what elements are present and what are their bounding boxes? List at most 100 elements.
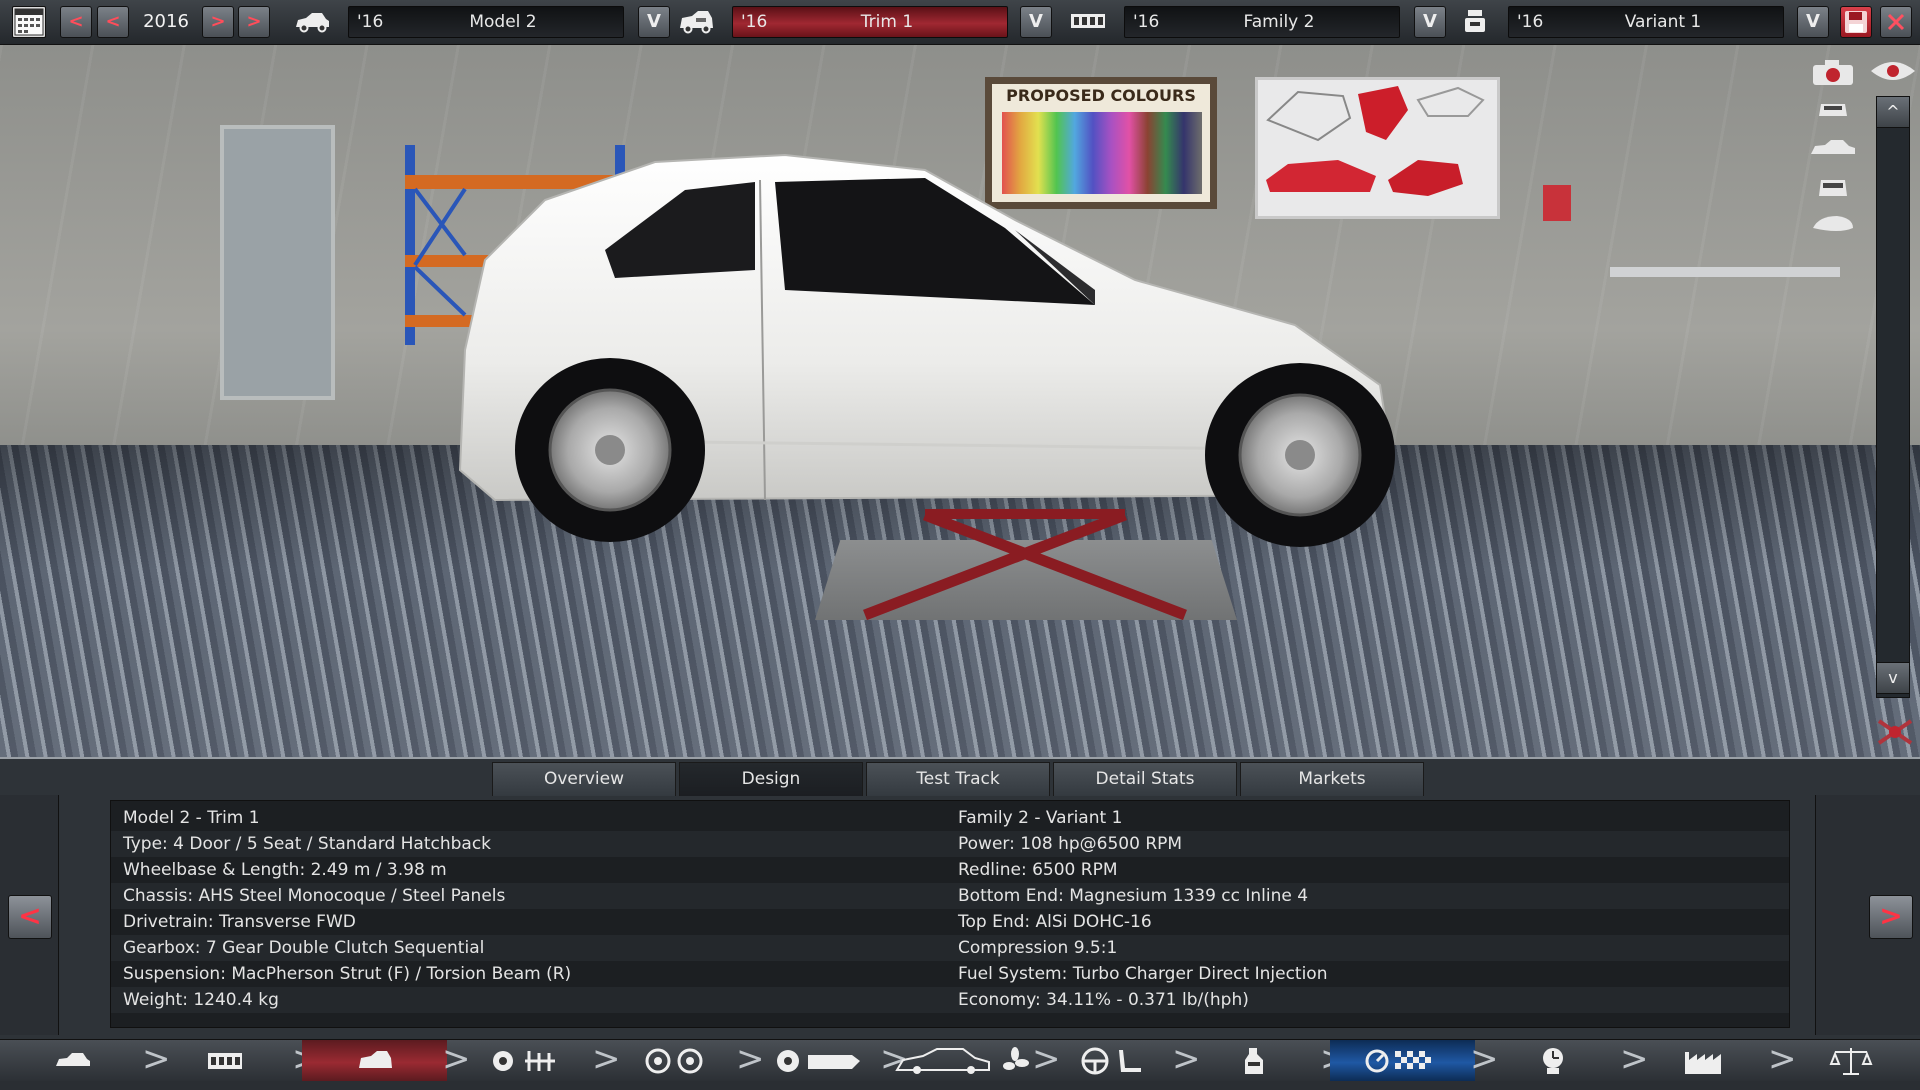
engine-family-icon: [1068, 6, 1108, 38]
trim-name: Trim 1: [860, 12, 914, 32]
poster-title: PROPOSED COLOURS: [1006, 86, 1196, 105]
engineering-time-nav[interactable]: [1480, 1040, 1625, 1081]
variant-select[interactable]: '16 Variant 1: [1508, 6, 1784, 38]
wheels-icon: [645, 1048, 702, 1074]
info-row: [111, 909, 1789, 935]
tab-overview[interactable]: Overview: [492, 762, 676, 796]
test-track-nav[interactable]: [1330, 1040, 1475, 1081]
variant-name: Variant 1: [1624, 12, 1702, 32]
tab-test-track[interactable]: Test Track: [866, 762, 1050, 796]
eye-icon[interactable]: [1868, 57, 1918, 83]
reset-view-icon[interactable]: [1870, 715, 1920, 745]
body-design-nav[interactable]: [890, 1040, 1035, 1081]
engineering-clock-icon: [1542, 1048, 1563, 1074]
trim-year: '16: [741, 12, 768, 32]
trim-select[interactable]: '16 Trim 1: [732, 6, 1008, 38]
chassis-nav[interactable]: [452, 1040, 597, 1081]
scales-icon: [1829, 1048, 1872, 1075]
info-row: [111, 987, 1789, 1013]
year-display: 2016: [143, 11, 189, 32]
info-row: [111, 805, 1789, 831]
chevron-left-icon: <: [68, 11, 84, 32]
close-button[interactable]: [1880, 6, 1912, 38]
car-model-icon: [292, 6, 332, 38]
chevron-down-icon: V: [1806, 11, 1820, 32]
workbench-desk: [1610, 267, 1840, 277]
factory-nav[interactable]: [1630, 1040, 1775, 1081]
year-back-fast-button[interactable]: <: [60, 6, 92, 38]
compare-nav[interactable]: [1778, 1040, 1920, 1081]
tab-markets[interactable]: Markets: [1240, 762, 1424, 796]
car-top-view-icon[interactable]: [1808, 210, 1858, 236]
chevron-down-icon: V: [647, 11, 661, 32]
year-forward-fast-button[interactable]: >: [238, 6, 270, 38]
interior-nav[interactable]: [1042, 1040, 1187, 1081]
engine-block-icon: [207, 1053, 242, 1069]
view-scrollbar[interactable]: [1876, 98, 1910, 698]
close-icon: [1887, 13, 1905, 31]
calendar-icon[interactable]: [12, 6, 46, 38]
wheels-nav[interactable]: [602, 1040, 747, 1081]
fire-exit-sign: [1543, 185, 1571, 221]
top-end-stat: Top End: AlSi DOHC-16: [958, 912, 1152, 932]
engine-family-nav[interactable]: [152, 1040, 297, 1081]
chevron-up-icon: ^: [1886, 102, 1900, 121]
save-icon: [1845, 11, 1867, 33]
car-model-render: [458, 153, 1395, 547]
car-body-fan-icon: [894, 1047, 1029, 1074]
car-model-nav[interactable]: [0, 1040, 145, 1081]
car-rear-view-icon[interactable]: [1808, 172, 1858, 198]
trim-nav[interactable]: [302, 1040, 447, 1081]
chevron-right-icon: >: [246, 11, 262, 32]
next-page-button[interactable]: >: [1869, 895, 1913, 939]
top-toolbar: < < 2016 > > '16 Model 2 V '16 Trim 1 V …: [0, 0, 1920, 45]
engine-variant-icon: [1455, 6, 1495, 38]
tab-detail-stats[interactable]: Detail Stats: [1053, 762, 1237, 796]
chevron-down-icon: V: [1423, 11, 1437, 32]
family-name: Family 2: [1243, 12, 1315, 32]
bottom-end-stat: Bottom End: Magnesium 1339 cc Inline 4: [958, 886, 1309, 906]
chevron-right-icon: >: [1879, 899, 1903, 932]
steering-seat-icon: [1081, 1047, 1141, 1075]
chevron-down-icon: V: [1029, 11, 1043, 32]
save-button[interactable]: [1840, 6, 1872, 38]
scroll-down-button[interactable]: v: [1876, 662, 1910, 694]
chevron-right-icon: >: [210, 11, 226, 32]
model-select[interactable]: '16 Model 2: [348, 6, 624, 38]
family-year: '16: [1133, 12, 1160, 32]
camera-icon[interactable]: [1808, 57, 1858, 85]
year-forward-button[interactable]: >: [202, 6, 234, 38]
redline-stat: Redline: 6500 RPM: [958, 860, 1118, 880]
fuel-system-stat: Fuel System: Turbo Charger Direct Inject…: [958, 964, 1328, 984]
wheelbase-length-stat: Wheelbase & Length: 2.49 m / 3.98 m: [123, 860, 447, 880]
model-year: '16: [357, 12, 384, 32]
car-front-view-icon[interactable]: [1808, 96, 1858, 122]
test-track-flag-icon: [1365, 1049, 1431, 1073]
chassis-stat: Chassis: AHS Steel Monocoque / Steel Pan…: [123, 886, 506, 906]
tab-design[interactable]: Design: [679, 762, 863, 796]
chevron-down-icon: v: [1888, 668, 1898, 687]
family-dropdown-button[interactable]: V: [1414, 6, 1446, 38]
chevron-left-icon: <: [105, 11, 121, 32]
fuel-nav[interactable]: [1182, 1040, 1327, 1081]
car-trim-icon: [358, 1051, 392, 1068]
car-side-view-icon[interactable]: [1808, 136, 1858, 162]
car-3d-viewport[interactable]: PROPOSED COLOURS: [0, 45, 1920, 757]
economy-stat: Economy: 34.11% - 0.371 lb/(hph): [958, 990, 1249, 1010]
family-select[interactable]: '16 Family 2: [1124, 6, 1400, 38]
engine-parts-nav[interactable]: [746, 1040, 891, 1081]
drivetrain-stat: Drivetrain: Transverse FWD: [123, 912, 356, 932]
chevron-left-icon: <: [18, 899, 42, 932]
model-dropdown-button[interactable]: V: [638, 6, 670, 38]
bottom-navigation: > > > > > > > > > > > >: [0, 1039, 1920, 1081]
scroll-up-button[interactable]: ^: [1876, 96, 1910, 128]
year-back-button[interactable]: <: [97, 6, 129, 38]
previous-page-button[interactable]: <: [8, 895, 52, 939]
trim-dropdown-button[interactable]: V: [1020, 6, 1052, 38]
factory-icon: [1684, 1052, 1721, 1074]
variant-dropdown-button[interactable]: V: [1797, 6, 1829, 38]
model-trim-heading: Model 2 - Trim 1: [123, 808, 260, 828]
engine-parts-icon: [776, 1050, 860, 1072]
fuel-system-icon: [1244, 1048, 1263, 1074]
garage-door: [220, 125, 335, 400]
